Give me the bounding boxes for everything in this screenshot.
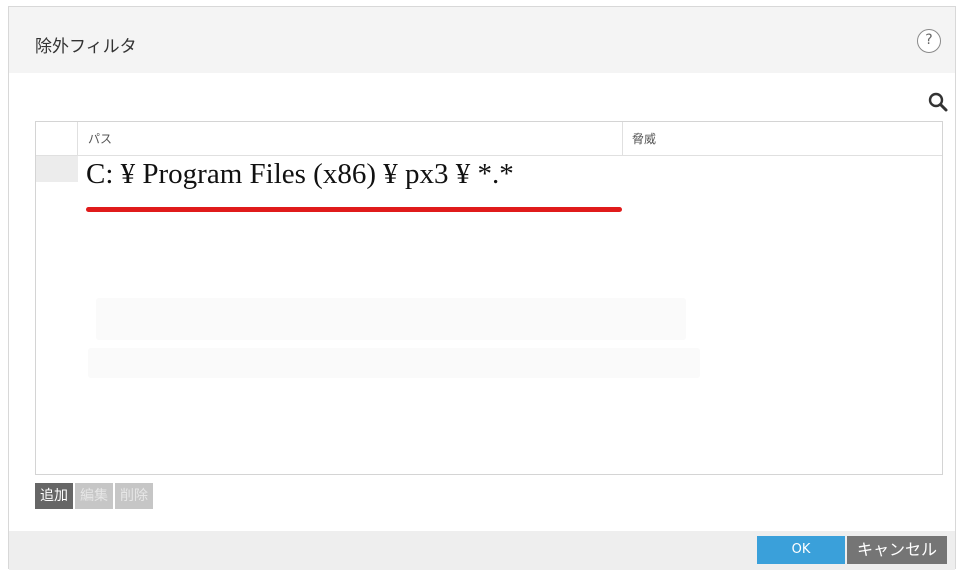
table-row[interactable]: C: ¥ Program Files (x86) ¥ px3 ¥ *.* [36,156,942,216]
dialog-content: パス 脅威 C: ¥ Program Files (x86) ¥ px3 ¥ *… [9,73,955,531]
row-path-cell: C: ¥ Program Files (x86) ¥ px3 ¥ *.* [86,158,514,190]
ok-button[interactable]: OK [757,536,845,564]
search-icon[interactable] [927,91,949,113]
table-header: パス 脅威 [36,122,942,156]
row-selector[interactable] [36,156,78,182]
column-header-path[interactable]: パス [88,130,112,147]
delete-button[interactable]: 削除 [115,483,153,509]
table-action-bar: 追加 編集 削除 [35,483,153,509]
exclusion-table: パス 脅威 C: ¥ Program Files (x86) ¥ px3 ¥ *… [35,121,943,475]
add-button[interactable]: 追加 [35,483,73,509]
cancel-button[interactable]: キャンセル [847,536,947,564]
edit-button[interactable]: 編集 [75,483,113,509]
blurred-area [96,298,686,340]
select-column-header [36,122,78,155]
exclusion-filter-dialog: 除外フィルタ ? パス 脅威 C: ¥ Program Files (x86) … [8,6,956,570]
dialog-header: 除外フィルタ ? [9,7,955,73]
blurred-area [88,348,700,378]
dialog-title: 除外フィルタ [35,37,137,57]
column-header-threat[interactable]: 脅威 [632,130,656,147]
dialog-footer: OK キャンセル [9,531,955,570]
help-icon[interactable]: ? [917,29,941,53]
highlight-underline [86,207,622,212]
column-divider[interactable] [622,122,623,155]
